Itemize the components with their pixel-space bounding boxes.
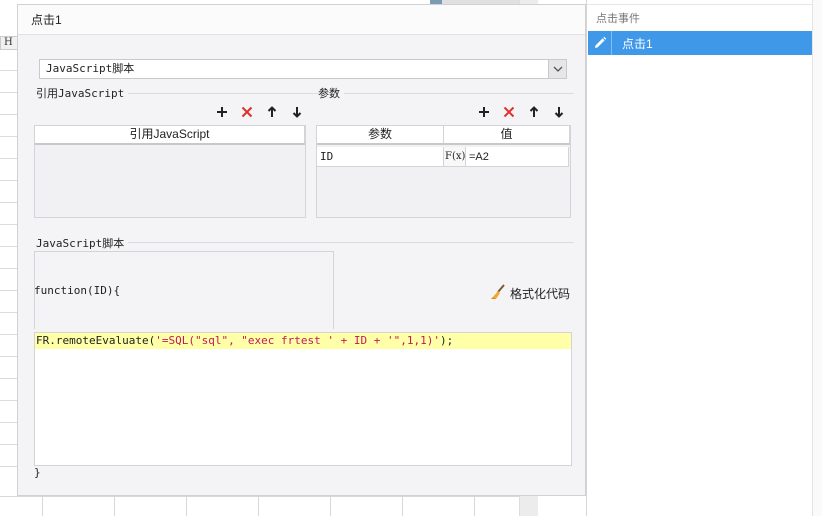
grid-line bbox=[0, 400, 18, 401]
dialog-title: 点击1 bbox=[18, 5, 585, 35]
grid-line bbox=[0, 246, 18, 247]
plus-icon[interactable] bbox=[476, 104, 492, 120]
broom-icon bbox=[490, 284, 506, 303]
arrow-down-icon[interactable] bbox=[289, 104, 305, 120]
ref-table-header: 引用JavaScript bbox=[35, 126, 305, 145]
table-row[interactable]: ID F(x) =A2 bbox=[317, 147, 569, 167]
grid-line bbox=[0, 268, 18, 269]
panel-title: 点击事件 bbox=[596, 13, 640, 25]
js-section-label: JavaScript脚本 bbox=[36, 235, 129, 251]
grid-line bbox=[402, 496, 403, 516]
grid-line bbox=[0, 356, 18, 357]
plus-icon[interactable] bbox=[214, 104, 230, 120]
grid-line bbox=[186, 496, 187, 516]
arrow-up-icon[interactable] bbox=[264, 104, 280, 120]
function-header: function(ID){ bbox=[34, 284, 121, 297]
param-value-cell[interactable]: =A2 bbox=[466, 147, 569, 167]
delete-x-icon[interactable] bbox=[239, 104, 255, 120]
grid-line bbox=[474, 496, 475, 516]
column-header-h[interactable]: H bbox=[0, 36, 18, 50]
grid-line bbox=[0, 92, 18, 93]
pencil-icon[interactable] bbox=[588, 31, 612, 55]
event-item-label: 点击1 bbox=[622, 36, 653, 51]
grid-line bbox=[0, 378, 18, 379]
arrow-down-icon[interactable] bbox=[551, 104, 567, 120]
grid-line bbox=[42, 496, 43, 516]
event-editor-dialog: 点击1 JavaScript脚本 引用JavaScript 引用JavaScri… bbox=[17, 4, 586, 496]
ref-toolbar bbox=[214, 104, 305, 120]
grid-line bbox=[258, 496, 259, 516]
code-editor[interactable]: FR.remoteEvaluate('=SQL("sql", "exec frt… bbox=[34, 332, 572, 466]
closing-brace: } bbox=[34, 466, 41, 479]
grid-line bbox=[0, 180, 18, 181]
grid-line bbox=[0, 202, 18, 203]
param-value-column-header[interactable]: 值 bbox=[444, 126, 570, 143]
grid-line bbox=[0, 224, 18, 225]
grid-line bbox=[0, 158, 18, 159]
event-list-panel: 点击事件 点击1 bbox=[586, 0, 822, 516]
grid-line bbox=[0, 136, 18, 137]
sheet-bottom-row bbox=[0, 496, 538, 516]
ref-js-table: 引用JavaScript bbox=[34, 125, 306, 218]
panel-scrollbar[interactable] bbox=[812, 0, 822, 516]
panel-divider bbox=[587, 4, 822, 5]
code-line-1: FR.remoteEvaluate('=SQL("sql", "exec frt… bbox=[36, 334, 454, 347]
param-table: 参数 值 ID F(x) =A2 bbox=[316, 125, 571, 218]
chevron-down-icon[interactable] bbox=[548, 60, 566, 78]
grid-line bbox=[0, 334, 18, 335]
param-name-cell[interactable]: ID bbox=[317, 147, 444, 167]
grid-line bbox=[330, 496, 331, 516]
format-code-label: 格式化代码 bbox=[510, 287, 571, 301]
section-divider bbox=[318, 93, 574, 94]
ref-column-header[interactable]: 引用JavaScript bbox=[35, 126, 305, 143]
script-type-select[interactable]: JavaScript脚本 bbox=[39, 59, 567, 79]
arrow-up-icon[interactable] bbox=[526, 104, 542, 120]
format-code-button[interactable]: 格式化代码 bbox=[490, 284, 570, 303]
grid-line bbox=[0, 114, 18, 115]
grid-line bbox=[0, 312, 18, 313]
event-list-item[interactable]: 点击1 bbox=[588, 31, 812, 55]
grid-line bbox=[0, 444, 18, 445]
formula-icon[interactable]: F(x) bbox=[444, 147, 466, 167]
grid-line bbox=[0, 466, 18, 467]
grid-line bbox=[0, 290, 18, 291]
grid-line bbox=[0, 422, 18, 423]
grid-line bbox=[114, 496, 115, 516]
param-table-header: 参数 值 bbox=[317, 126, 570, 145]
param-name-column-header[interactable]: 参数 bbox=[317, 126, 444, 143]
ref-section-label: 引用JavaScript bbox=[36, 85, 129, 101]
delete-x-icon[interactable] bbox=[501, 104, 517, 120]
param-section-label: 参数 bbox=[318, 85, 344, 101]
param-toolbar bbox=[476, 104, 567, 120]
grid-line bbox=[0, 70, 18, 71]
script-type-value: JavaScript脚本 bbox=[46, 62, 135, 75]
